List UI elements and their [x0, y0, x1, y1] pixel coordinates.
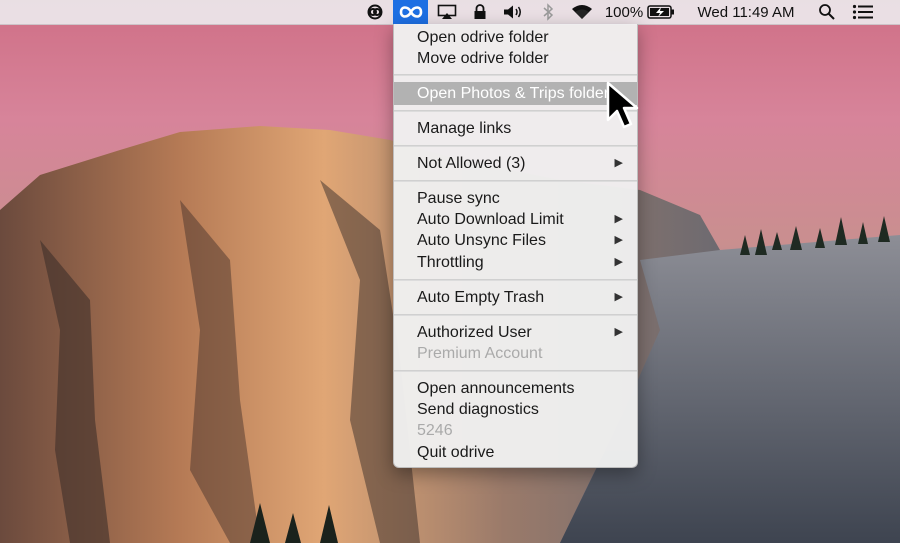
- menu-separator: [394, 110, 637, 112]
- submenu-arrow-icon: ▶: [614, 234, 623, 246]
- menu-item-quit-odrive[interactable]: Quit odrive: [394, 442, 637, 463]
- menu-item-label: Auto Unsync Files: [417, 232, 546, 249]
- creative-cloud-icon[interactable]: [362, 0, 388, 24]
- menu-separator: [394, 279, 637, 281]
- submenu-arrow-icon: ▶: [614, 291, 623, 303]
- volume-icon[interactable]: [500, 0, 526, 24]
- menu-item-pause-sync[interactable]: Pause sync: [394, 188, 637, 209]
- menu-item-send-diagnostics[interactable]: Send diagnostics: [394, 399, 637, 420]
- menu-item-label: Not Allowed (3): [417, 155, 526, 172]
- menu-item-move-odrive-folder[interactable]: Move odrive folder: [394, 48, 637, 69]
- menu-item-open-photos-trips-folder[interactable]: Open Photos & Trips folder: [394, 82, 637, 105]
- menu-item-auto-download-limit[interactable]: Auto Download Limit ▶: [394, 209, 637, 230]
- menu-separator: [394, 314, 637, 316]
- menu-item-premium-account: Premium Account: [417, 345, 543, 362]
- menu-item-manage-links[interactable]: Manage links: [394, 118, 637, 139]
- menu-item-open-odrive-folder[interactable]: Open odrive folder: [394, 27, 637, 48]
- menu-item-auto-empty-trash[interactable]: Auto Empty Trash ▶: [394, 287, 637, 308]
- menu-item-label: Auto Empty Trash: [417, 289, 545, 306]
- battery-percentage: 100%: [604, 3, 644, 21]
- menu-separator: [394, 74, 637, 76]
- submenu-arrow-icon: ▶: [614, 326, 623, 338]
- menu-item-throttling[interactable]: Throttling ▶: [394, 252, 637, 273]
- menu-item-version: 5246: [417, 422, 453, 439]
- menu-item-authorized-user[interactable]: Authorized User ▶: [394, 322, 637, 343]
- menu-separator: [394, 370, 637, 372]
- wifi-icon[interactable]: [568, 0, 596, 24]
- odrive-menu: Open odrive folder Move odrive folder Op…: [393, 24, 638, 468]
- submenu-arrow-icon: ▶: [614, 157, 623, 169]
- odrive-icon[interactable]: [393, 0, 428, 24]
- menu-item-label: Authorized User: [417, 324, 532, 341]
- menu-bar: 100% Wed 11:49 AM: [0, 0, 900, 25]
- menu-item-label: Auto Download Limit: [417, 211, 564, 228]
- mouse-cursor-icon: [605, 80, 649, 139]
- notification-center-icon[interactable]: [848, 0, 878, 24]
- menu-item-open-announcements[interactable]: Open announcements: [394, 378, 637, 399]
- battery-icon[interactable]: [646, 0, 676, 24]
- lock-icon[interactable]: [470, 0, 490, 24]
- menu-separator: [394, 180, 637, 182]
- menu-separator: [394, 145, 637, 147]
- spotlight-icon[interactable]: [814, 0, 840, 24]
- submenu-arrow-icon: ▶: [614, 213, 623, 225]
- menu-item-label: Throttling: [417, 254, 484, 271]
- menu-item-not-allowed[interactable]: Not Allowed (3) ▶: [394, 153, 637, 174]
- airplay-icon[interactable]: [434, 0, 460, 24]
- submenu-arrow-icon: ▶: [614, 256, 623, 268]
- menu-item-auto-unsync-files[interactable]: Auto Unsync Files ▶: [394, 230, 637, 251]
- clock[interactable]: Wed 11:49 AM: [686, 0, 806, 24]
- bluetooth-icon[interactable]: [538, 0, 558, 24]
